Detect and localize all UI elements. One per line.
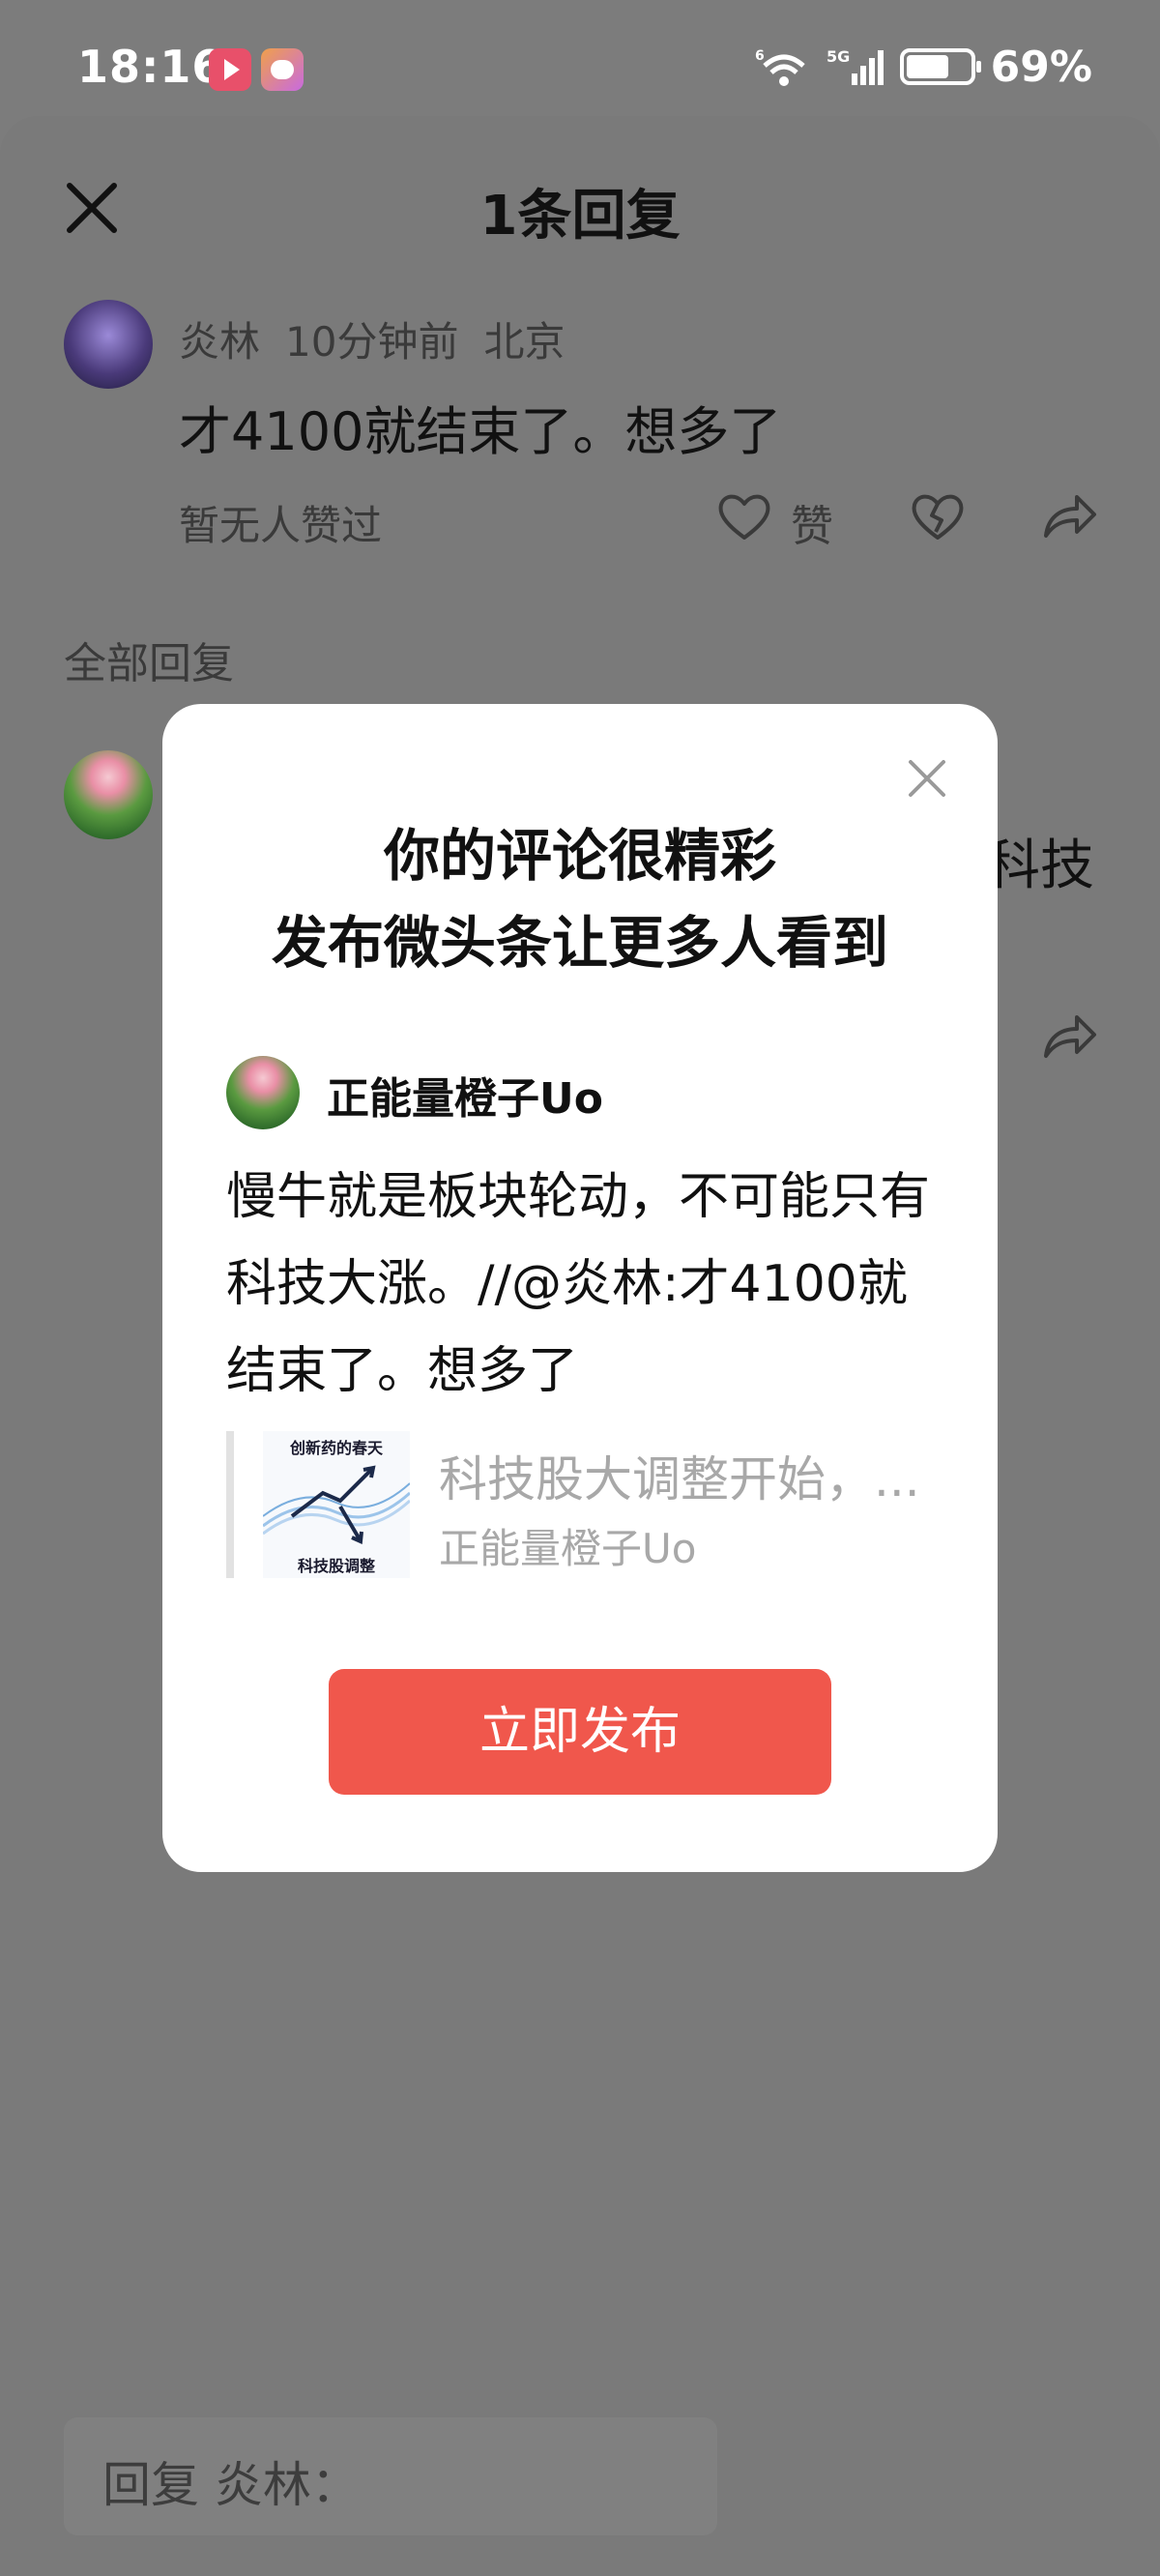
quoted-article: 创新药的春天 科技股调整 科技股大调整开始，... 正能量橙子Uo xyxy=(226,1431,942,1578)
comment-location: 北京 xyxy=(483,318,566,366)
comment-text: 才4100就结束了。想多了 xyxy=(179,401,782,462)
dislike-icon[interactable] xyxy=(909,489,967,543)
avatar[interactable] xyxy=(64,750,153,839)
close-icon[interactable] xyxy=(903,754,951,803)
post-body: 慢牛就是板块轮动，不可能只有科技大涨。//@炎林:才4100就结束了。想多了 xyxy=(226,1168,931,1400)
dialog-subtitle: 发布微头条让更多人看到 xyxy=(271,910,888,976)
publish-button[interactable]: 立即发布 xyxy=(329,1669,831,1795)
status-bar: 18:16 6 5G 69% xyxy=(0,0,1160,116)
article-thumbnail: 创新药的春天 科技股调整 xyxy=(263,1431,410,1578)
share-icon[interactable] xyxy=(1040,1010,1098,1064)
heart-icon[interactable] xyxy=(715,489,773,543)
dialog-title: 你的评论很精彩 xyxy=(383,823,776,889)
quoted-author: 正能量橙子Uo xyxy=(439,1525,697,1572)
comment-meta: 炎林 10分钟前 北京 xyxy=(179,309,565,368)
signal-icon: 5G xyxy=(826,47,884,85)
comment-time: 10分钟前 xyxy=(285,318,459,366)
sheet-title: 1条回复 xyxy=(479,185,681,248)
like-button[interactable]: 赞 xyxy=(791,491,833,553)
battery-icon xyxy=(899,48,981,85)
share-icon[interactable] xyxy=(1040,489,1098,543)
username: 正能量橙子Uo xyxy=(327,1074,603,1124)
svg-text:5G: 5G xyxy=(826,47,850,66)
comment-author[interactable]: 炎林 xyxy=(179,309,260,368)
battery-percent: 69% xyxy=(990,42,1092,92)
status-indicators: 6 5G 69% xyxy=(755,42,1092,92)
reply-input[interactable]: 回复 炎林： xyxy=(64,2417,717,2535)
wifi-icon: 6 xyxy=(755,48,805,86)
thumbnail-caption-bottom: 科技股调整 xyxy=(297,1557,375,1575)
section-label: 全部回复 xyxy=(64,639,234,688)
video-app-icon xyxy=(209,48,251,91)
likes-summary: 暂无人赞过 xyxy=(179,502,383,549)
status-time: 18:16 xyxy=(77,41,224,93)
avatar[interactable] xyxy=(64,300,153,389)
reply-text-peek: 科技 xyxy=(986,834,1094,897)
quoted-title: 科技股大调整开始，... xyxy=(439,1451,920,1508)
thumbnail-graphic xyxy=(263,1465,410,1544)
thumbnail-caption-top: 创新药的春天 xyxy=(289,1439,383,1457)
promo-dialog: 你的评论很精彩 发布微头条让更多人看到 正能量橙子Uo 慢牛就是板块轮动，不可能… xyxy=(162,704,998,1872)
avatar xyxy=(226,1056,300,1129)
assistant-app-icon xyxy=(261,48,304,91)
svg-text:6: 6 xyxy=(755,48,765,64)
reply-placeholder: 回复 炎林： xyxy=(102,2457,360,2513)
